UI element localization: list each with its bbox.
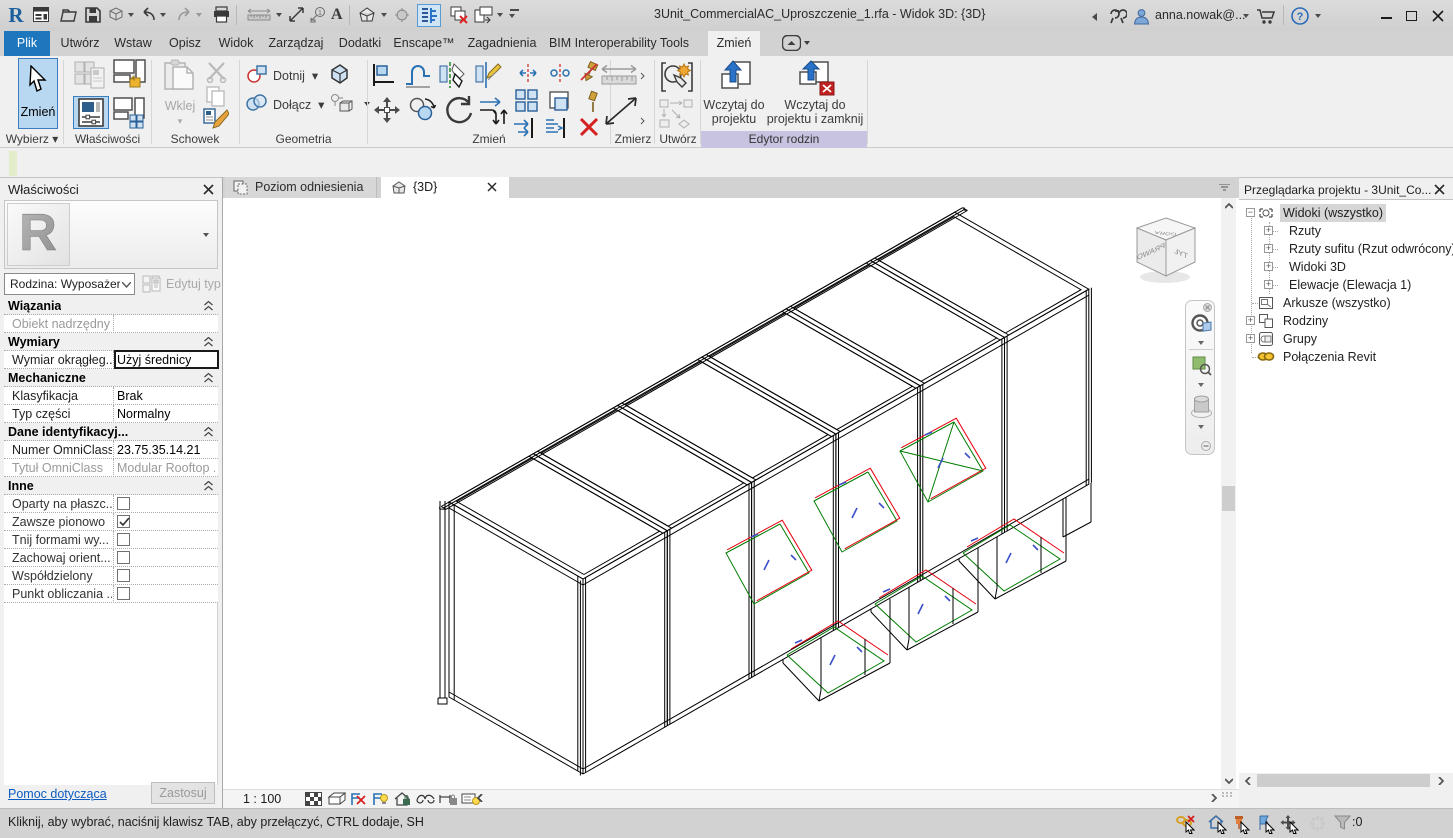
svg-text:R: R xyxy=(19,204,57,262)
svg-text:1: 1 xyxy=(318,10,322,17)
svg-text:?: ? xyxy=(1297,11,1304,23)
svg-text:R: R xyxy=(8,4,24,26)
